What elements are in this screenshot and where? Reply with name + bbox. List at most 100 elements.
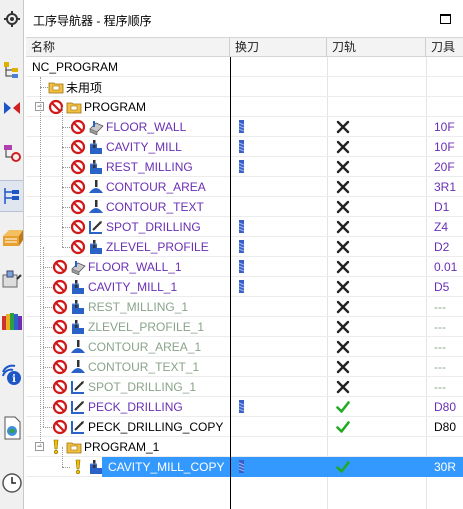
gear-icon[interactable] xyxy=(0,8,23,30)
tree-node[interactable]: FLOOR_WALL xyxy=(70,117,186,137)
cavity-mill-icon xyxy=(70,279,86,295)
geometry-view-icon[interactable] xyxy=(0,96,23,120)
operation-navigator-panel: 工序导航器 - 程序顺序 名称 换刀 刀轨 刀具 NC_PROGRAM 未用项 − P… xyxy=(26,0,463,509)
no-entry-icon xyxy=(52,279,68,295)
method-view-icon[interactable] xyxy=(0,140,23,166)
tree-row-program-1[interactable]: − PROGRAM_1 xyxy=(26,437,463,457)
floor-wall-icon xyxy=(88,119,104,136)
tree-guide xyxy=(62,447,63,467)
no-entry-icon xyxy=(70,119,86,135)
tree-node[interactable]: REST_MILLING xyxy=(70,157,193,177)
no-entry-icon xyxy=(52,399,68,415)
tree-guide xyxy=(40,87,48,88)
tree-node[interactable]: NC_PROGRAM xyxy=(32,57,118,77)
operation-name: NC_PROGRAM xyxy=(32,60,119,74)
maximize-button[interactable] xyxy=(440,14,451,24)
tree-row-rest-milling-1[interactable]: REST_MILLING_1 --- xyxy=(26,297,463,317)
machine-tool-view-icon[interactable] xyxy=(0,58,23,82)
tree-node[interactable]: CONTOUR_AREA xyxy=(70,177,206,197)
column-header-toolpath[interactable]: 刀轨 xyxy=(327,38,426,57)
tree-node[interactable]: PROGRAM_1 xyxy=(48,437,159,457)
tree-row-item[interactable]: 未用项 xyxy=(26,77,463,97)
tree-row-zlevel-profile[interactable]: ZLEVEL_PROFILE D2 xyxy=(26,237,463,257)
drilling-icon xyxy=(70,379,86,395)
tree-row-cavity-mill-copy[interactable]: CAVITY_MILL_COPY 30R xyxy=(26,457,463,477)
tree-guide xyxy=(43,307,52,308)
cutter-name: 3R1 xyxy=(434,180,457,194)
toolpath-missing-icon xyxy=(336,340,350,354)
tree-node[interactable]: CONTOUR_AREA_1 xyxy=(52,337,201,357)
tree-row-spot-drilling-1[interactable]: SPOT_DRILLING_1 --- xyxy=(26,377,463,397)
cutter-name: --- xyxy=(434,360,446,374)
tree-guide xyxy=(43,287,52,288)
tree-row-contour-text-1[interactable]: CONTOUR_TEXT_1 --- xyxy=(26,357,463,377)
tree-row-zlevel-profile-1[interactable]: ZLEVEL_PROFILE_1 --- xyxy=(26,317,463,337)
tree-guide xyxy=(62,167,70,168)
floor-wall-icon xyxy=(70,259,86,276)
tree-row-spot-drilling[interactable]: SPOT_DRILLING Z4 xyxy=(26,217,463,237)
tree-node[interactable]: FLOOR_WALL_1 xyxy=(52,257,182,277)
column-header: 名称 换刀 刀轨 刀具 xyxy=(26,37,463,57)
tree-row-floor-wall[interactable]: FLOOR_WALL 10F xyxy=(26,117,463,137)
tree-node[interactable]: PECK_DRILLING_COPY xyxy=(52,417,223,437)
document-icon[interactable] xyxy=(0,412,23,444)
tree-row-contour-area[interactable]: CONTOUR_AREA 3R1 xyxy=(26,177,463,197)
cutter-name: 10F xyxy=(434,140,455,154)
cutter-name: 0.01 xyxy=(434,260,458,274)
contour-icon xyxy=(70,339,86,355)
tree-node[interactable]: CONTOUR_TEXT_1 xyxy=(52,357,199,377)
tree-node[interactable]: ZLEVEL_PROFILE xyxy=(70,237,209,257)
tree-node[interactable]: 未用项 xyxy=(48,77,102,97)
tree-node[interactable]: SPOT_DRILLING_1 xyxy=(52,377,196,397)
column-header-cutter[interactable]: 刀具 xyxy=(426,38,463,57)
tree-row-cavity-mill-1[interactable]: CAVITY_MILL_1 D5 xyxy=(26,277,463,297)
tree-guide xyxy=(43,427,52,428)
tree-row-nc-program[interactable]: NC_PROGRAM xyxy=(26,57,463,77)
tree-guide xyxy=(62,227,70,228)
tree-row-contour-text[interactable]: CONTOUR_TEXT D1 xyxy=(26,197,463,217)
no-entry-icon xyxy=(52,259,68,275)
contour-icon xyxy=(88,179,104,195)
cavity-mill-icon xyxy=(88,239,104,255)
tree-node[interactable]: SPOT_DRILLING xyxy=(70,217,201,237)
tree-node[interactable]: REST_MILLING_1 xyxy=(52,297,188,317)
tree-row-peck-drilling[interactable]: PECK_DRILLING D80 xyxy=(26,397,463,417)
tree-guide xyxy=(62,127,70,128)
column-header-name[interactable]: 名称 xyxy=(26,38,230,57)
tree-node[interactable]: CONTOUR_TEXT xyxy=(70,197,204,217)
operation-name: CAVITY_MILL xyxy=(106,140,182,154)
tree-node[interactable]: CAVITY_MILL_1 xyxy=(52,277,177,297)
toolpath-missing-icon xyxy=(336,380,350,394)
cutter-name: --- xyxy=(434,320,446,334)
column-header-tool-change[interactable]: 换刀 xyxy=(230,38,327,57)
tool-change-icon xyxy=(238,280,246,293)
cutter-name: Z4 xyxy=(434,220,449,234)
tree-row-floor-wall-1[interactable]: FLOOR_WALL_1 0.01 xyxy=(26,257,463,277)
contour-icon xyxy=(70,359,86,375)
tree-row-rest-milling[interactable]: REST_MILLING 20F xyxy=(26,157,463,177)
tree-node[interactable]: CAVITY_MILL_COPY xyxy=(70,457,227,477)
cutter-name: D5 xyxy=(434,280,450,294)
no-entry-icon xyxy=(70,139,86,155)
toolpath-missing-icon xyxy=(336,220,350,234)
operation-library-icon[interactable] xyxy=(0,225,23,251)
clock-icon[interactable] xyxy=(0,468,23,498)
tree-row-contour-area-1[interactable]: CONTOUR_AREA_1 --- xyxy=(26,337,463,357)
tree-guide xyxy=(43,247,44,427)
tree-row-peck-drilling-copy[interactable]: PECK_DRILLING_COPY D80 xyxy=(26,417,463,437)
tree-guide xyxy=(62,247,70,248)
tree-guide xyxy=(62,187,70,188)
tree-node[interactable]: ZLEVEL_PROFILE_1 xyxy=(52,317,204,337)
tree-row-cavity-mill[interactable]: CAVITY_MILL 10F xyxy=(26,137,463,157)
tree-node[interactable]: PECK_DRILLING xyxy=(52,397,183,417)
tool-library-icon[interactable] xyxy=(0,266,23,292)
tree-node[interactable]: CAVITY_MILL xyxy=(70,137,182,157)
warning-icon xyxy=(70,459,86,475)
color-library-icon[interactable] xyxy=(0,307,23,335)
toolpath-missing-icon xyxy=(336,200,350,214)
program-order-view-icon[interactable] xyxy=(0,180,23,212)
no-entry-icon xyxy=(70,159,86,175)
info-icon[interactable]: i xyxy=(0,360,23,390)
column-splitter[interactable] xyxy=(230,57,231,509)
tree-row-program[interactable]: − PROGRAM xyxy=(26,97,463,117)
